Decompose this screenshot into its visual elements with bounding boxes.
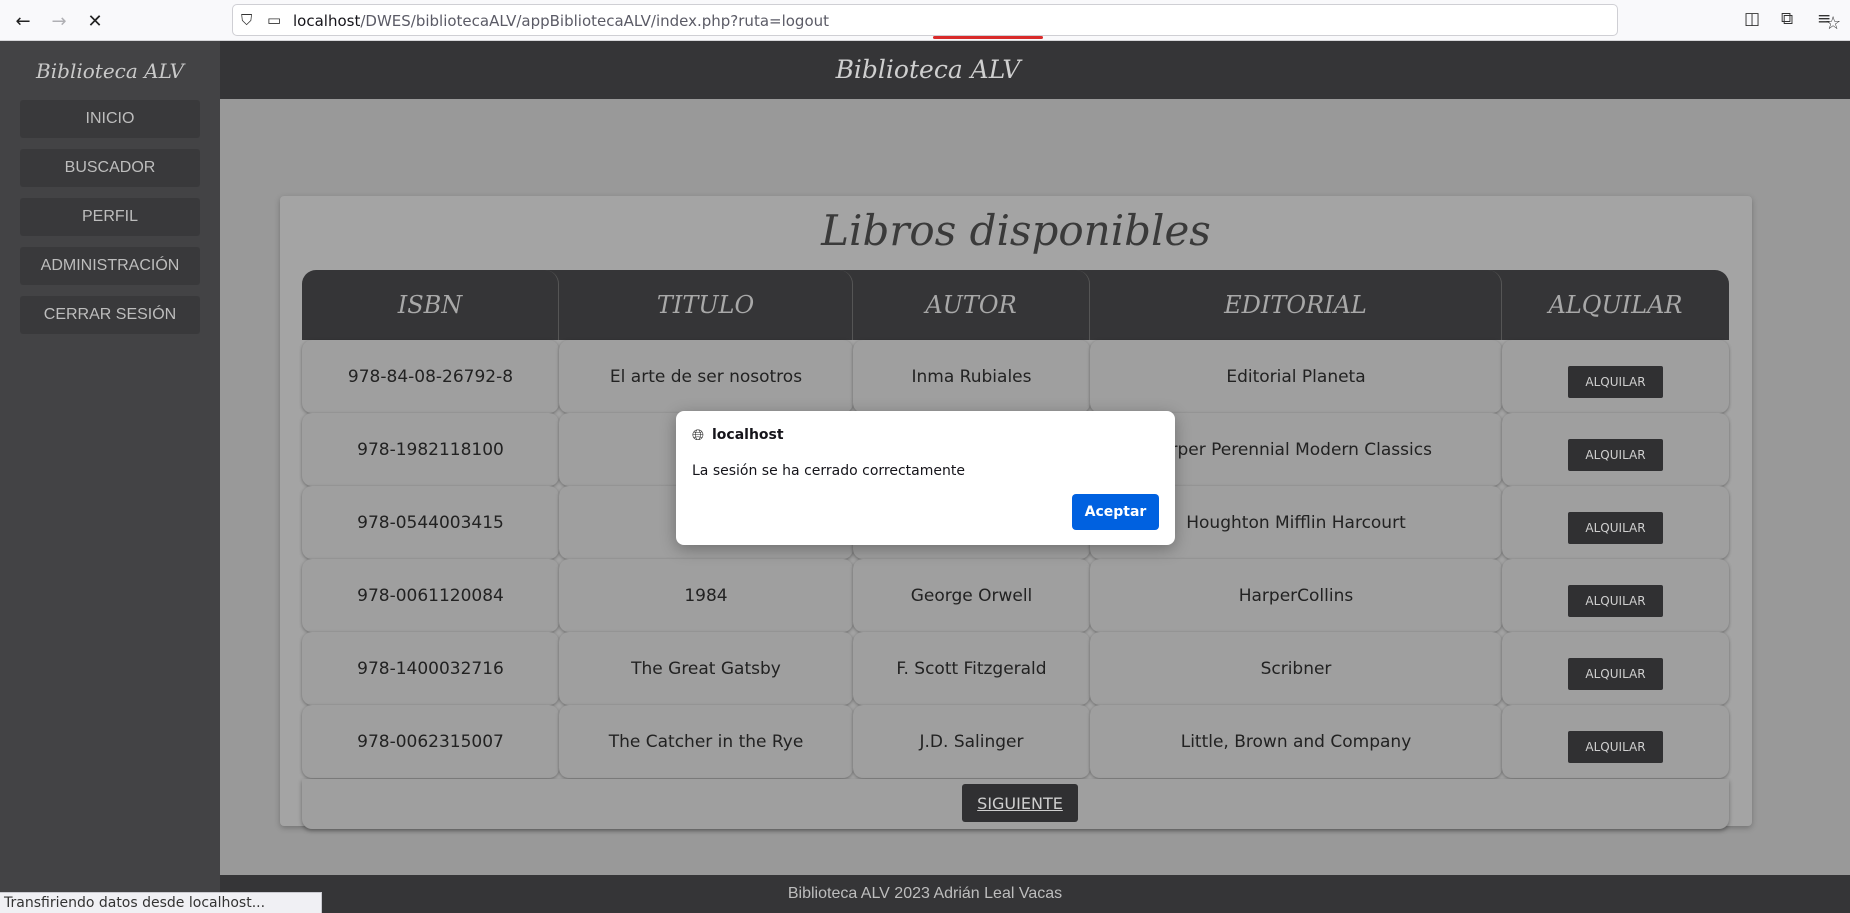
sidebar-item-buscador[interactable]: BUSCADOR — [20, 149, 200, 187]
column-header-editorial: EDITORIAL — [1090, 270, 1502, 340]
back-icon[interactable]: ← — [10, 8, 36, 34]
cell-autor: Inma Rubiales — [853, 340, 1090, 413]
cell-alquilar: ALQUILAR — [1502, 705, 1729, 778]
status-bar: Transfiriendo datos desde localhost... — [0, 892, 322, 913]
cell-autor: J.D. Salinger — [853, 705, 1090, 778]
cell-editorial: Little, Brown and Company — [1090, 705, 1502, 778]
column-header-alquilar: ALQUILAR — [1548, 291, 1683, 319]
cell-titulo: The Great Gatsby — [559, 632, 853, 705]
url-host: localhost — [293, 12, 361, 30]
url-path: /DWES/bibliotecaALV/appBibliotecaALV/ind… — [360, 12, 830, 30]
cell-titulo: 1984 — [559, 559, 853, 632]
column-header-titulo: TITULO — [559, 270, 853, 340]
cell-isbn: 978-1400032716 — [302, 632, 559, 705]
column-header-autor: AUTOR — [853, 270, 1090, 340]
extensions-icon[interactable]: ⧉ — [1781, 9, 1793, 29]
rent-button[interactable]: ALQUILAR — [1568, 511, 1663, 544]
page-title: Libros disponibles — [821, 206, 1211, 255]
page-footer: Biblioteca ALV 2023 Adrián Leal Vacas — [220, 875, 1850, 913]
rent-button[interactable]: ALQUILAR — [1568, 584, 1663, 617]
table-row: 978-0062315007 The Catcher in the Rye J.… — [302, 705, 1729, 778]
dialog-message: La sesión se ha cerrado correctamente — [692, 463, 965, 479]
accept-button[interactable]: Aceptar — [1072, 494, 1159, 530]
cell-alquilar: ALQUILAR — [1502, 340, 1729, 413]
cell-isbn: 978-84-08-26792-8 — [302, 340, 559, 413]
cell-editorial: Editorial Planeta — [1090, 340, 1502, 413]
cell-autor: George Orwell — [853, 559, 1090, 632]
cell-isbn: 978-1982118100 — [302, 413, 559, 486]
rent-button[interactable]: ALQUILAR — [1568, 365, 1663, 398]
forward-icon[interactable]: → — [46, 8, 72, 34]
stop-loading-icon[interactable]: ✕ — [82, 8, 108, 34]
cell-editorial: Scribner — [1090, 632, 1502, 705]
sidebar-item-administracion[interactable]: ADMINISTRACIÓN — [20, 247, 200, 285]
next-page-button[interactable]: SIGUIENTE — [962, 784, 1078, 822]
url-text[interactable]: localhost/DWES/bibliotecaALV/appBibliote… — [293, 12, 829, 30]
header-title: Biblioteca ALV — [835, 55, 1021, 84]
cell-editorial: HarperCollins — [1090, 559, 1502, 632]
alert-dialog: 🌐︎ localhost La sesión se ha cerrado cor… — [676, 411, 1175, 545]
shield-icon[interactable]: ⛉ — [241, 11, 252, 29]
cell-isbn: 978-0061120084 — [302, 559, 559, 632]
sidebar-item-perfil[interactable]: PERFIL — [20, 198, 200, 236]
globe-icon: 🌐︎ — [692, 426, 705, 444]
cell-titulo: The Catcher in the Rye — [559, 705, 853, 778]
url-highlight-underline — [933, 36, 1043, 39]
sidebar-logo: Biblioteca ALV — [36, 59, 184, 83]
table-row: 978-84-08-26792-8 El arte de ser nosotro… — [302, 340, 1729, 413]
table-row: 978-0061120084 1984 George Orwell Harper… — [302, 559, 1729, 632]
table-row: 978-1400032716 The Great Gatsby F. Scott… — [302, 632, 1729, 705]
rent-button[interactable]: ALQUILAR — [1568, 657, 1663, 690]
browser-toolbar: ← → ✕ ⛉ ▭ localhost/DWES/bibliotecaALV/a… — [0, 0, 1850, 41]
cell-isbn: 978-0062315007 — [302, 705, 559, 778]
cell-isbn: 978-0544003415 — [302, 486, 559, 559]
pocket-icon[interactable]: ◫ — [1744, 9, 1760, 29]
column-header-isbn: ISBN — [302, 270, 559, 340]
address-bar[interactable]: ⛉ ▭ localhost/DWES/bibliotecaALV/appBibl… — [232, 4, 1841, 39]
rent-button[interactable]: ALQUILAR — [1568, 730, 1663, 763]
dialog-host: localhost — [712, 427, 784, 443]
cell-autor: F. Scott Fitzgerald — [853, 632, 1090, 705]
cell-alquilar: ALQUILAR — [1502, 413, 1729, 486]
menu-icon[interactable]: ≡ — [1817, 9, 1831, 29]
sidebar-item-inicio[interactable]: INICIO — [20, 100, 200, 138]
rent-button[interactable]: ALQUILAR — [1568, 438, 1663, 471]
cell-alquilar: ALQUILAR — [1502, 559, 1729, 632]
cell-titulo: El arte de ser nosotros — [559, 340, 853, 413]
page-header: Biblioteca ALV — [220, 41, 1850, 99]
cell-alquilar: ALQUILAR — [1502, 632, 1729, 705]
cell-alquilar: ALQUILAR — [1502, 486, 1729, 559]
sidebar-item-cerrar-sesion[interactable]: CERRAR SESIÓN — [20, 296, 200, 334]
page-info-icon[interactable]: ▭ — [267, 11, 281, 29]
footer-text: Biblioteca ALV 2023 Adrián Leal Vacas — [787, 885, 1063, 902]
